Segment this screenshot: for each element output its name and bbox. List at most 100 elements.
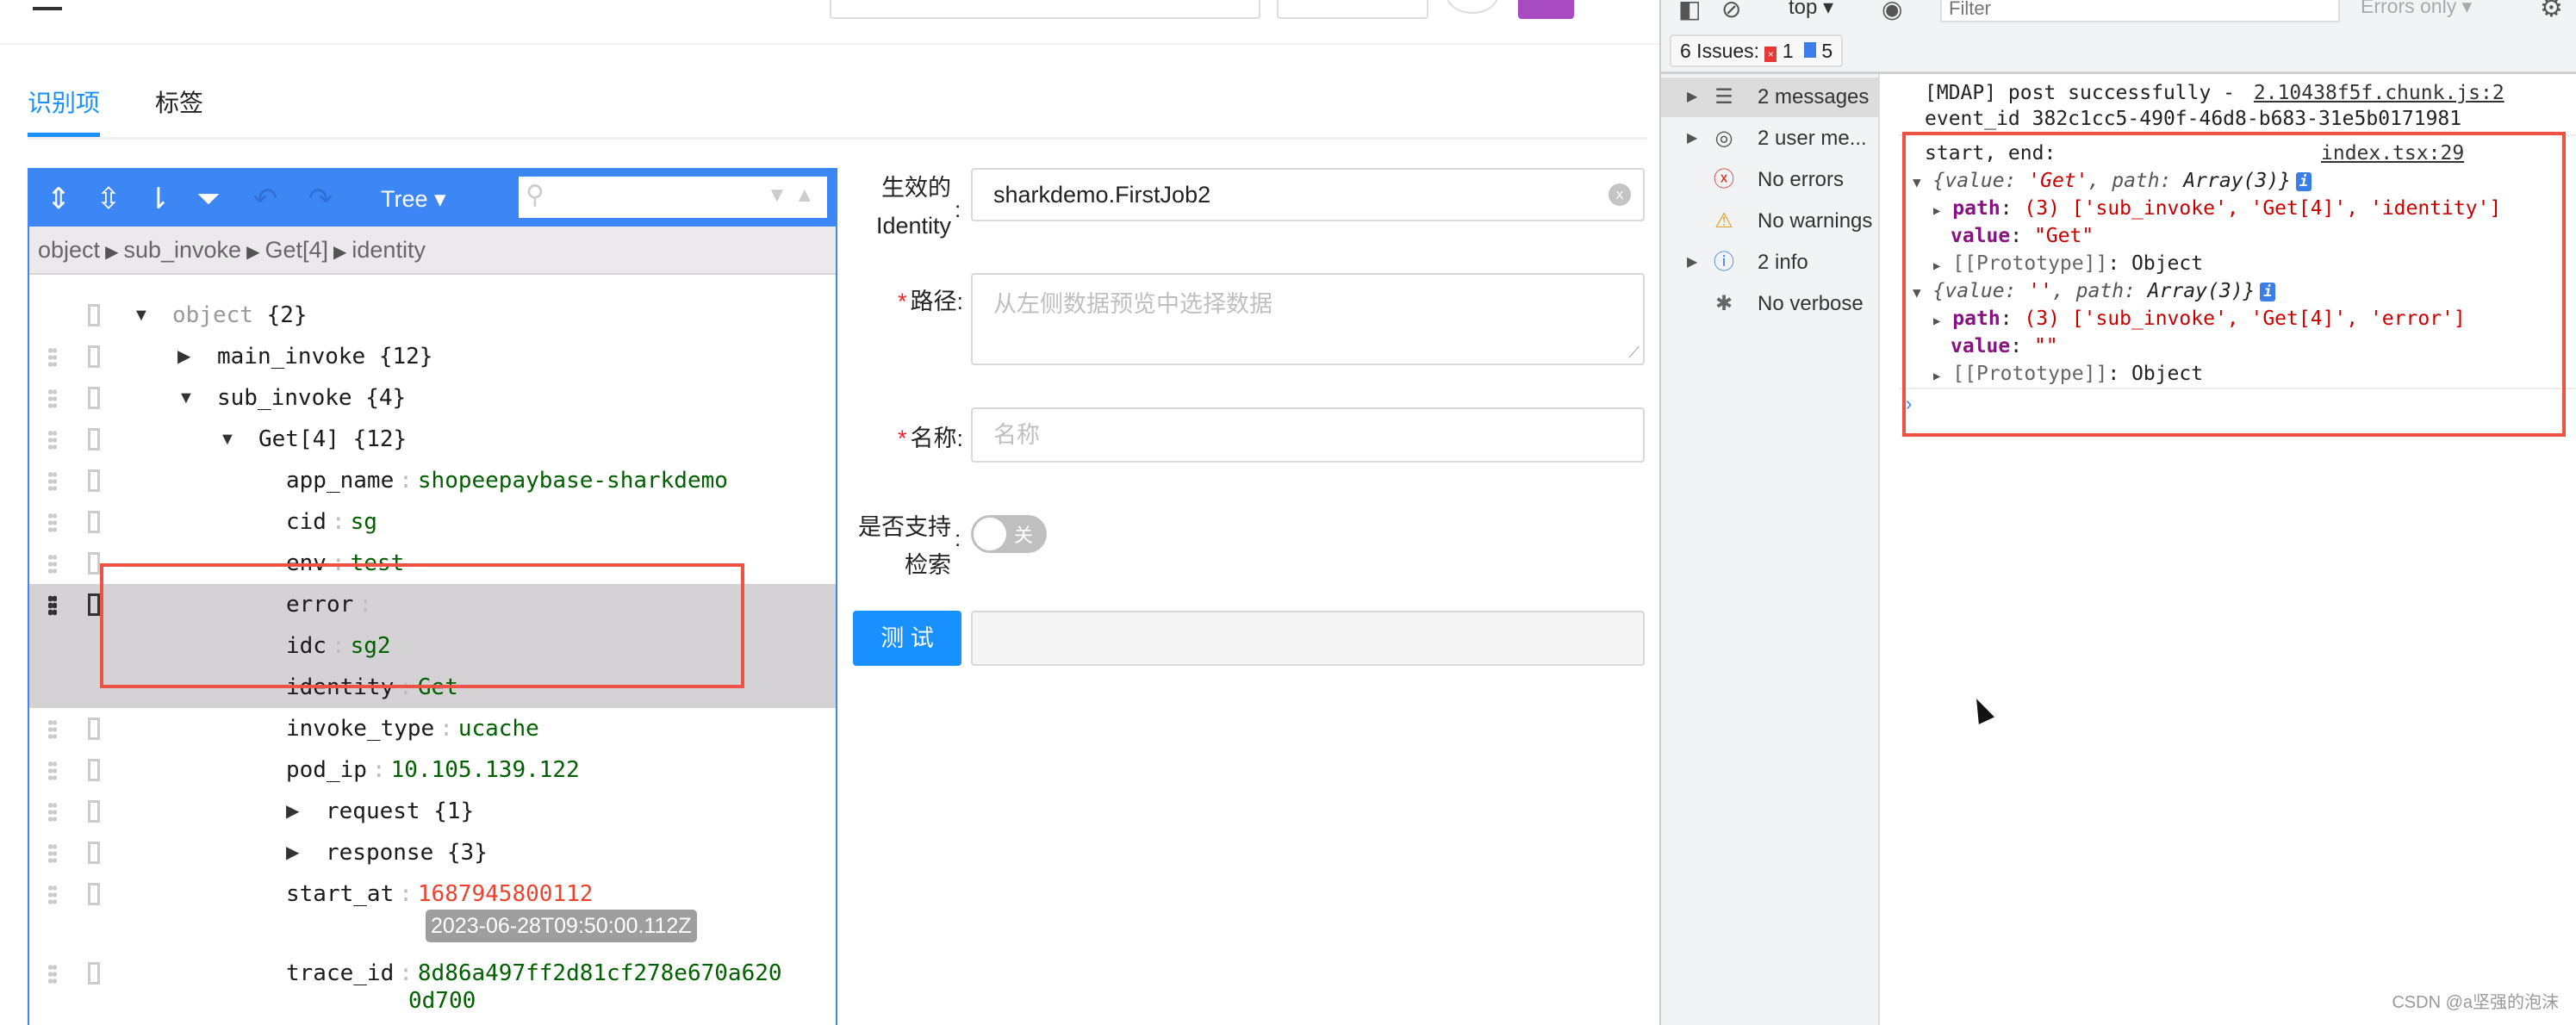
sidebar-item-2-user-me-[interactable]: ▶ ◎ 2 user me...	[1661, 119, 1880, 158]
drag-handle-icon[interactable]	[48, 885, 57, 905]
expand-toggle-icon[interactable]: ▶	[286, 832, 299, 873]
expand-toggle-icon[interactable]: ▶	[286, 791, 299, 832]
tree-row[interactable]: ▼ Get[4] {12}	[29, 419, 836, 460]
tab-bar: 识别项 标签	[28, 79, 1647, 140]
sidebar-item-label: 2 info	[1758, 251, 1808, 274]
tree-value[interactable]: shopeepaybase-sharkdemo	[418, 468, 728, 494]
drag-handle-icon[interactable]	[48, 843, 57, 864]
context-menu-icon[interactable]	[88, 345, 100, 368]
log-level-dropdown[interactable]: Errors only ▾	[2361, 0, 2472, 18]
tree-row[interactable]: ▼ sub_invoke {4}	[29, 377, 836, 419]
tree-key: invoke_type: ucache	[286, 708, 539, 749]
expand-toggle-icon[interactable]: ▼	[219, 419, 236, 460]
console-filter-input[interactable]	[1940, 0, 2340, 22]
drag-handle-icon[interactable]	[48, 761, 57, 781]
sidebar-item-no-errors[interactable]: ⓧ No errors	[1661, 160, 1880, 200]
path-textarea[interactable]: 从左侧数据预览中选择数据 ⟋	[971, 273, 1645, 365]
clear-console-icon[interactable]: ⊘	[1721, 0, 1741, 23]
context-menu-icon[interactable]	[88, 511, 100, 533]
expand-toggle-icon[interactable]: ▼	[177, 377, 195, 419]
drag-handle-icon[interactable]	[48, 719, 57, 740]
identity-input[interactable]: sharkdemo.FirstJob2 x	[971, 168, 1645, 221]
tree-value[interactable]: ucache	[458, 716, 539, 742]
expand-toggle-icon[interactable]: ▼	[133, 295, 150, 336]
context-menu-icon[interactable]	[88, 962, 100, 985]
child-count: {3}	[446, 840, 488, 866]
tree-value[interactable]: 10.105.139.122	[391, 757, 580, 783]
searchable-toggle[interactable]: 关	[971, 515, 1047, 553]
caret-right-icon[interactable]: ▶	[1687, 119, 1697, 158]
console-message-event-id: event_id 382c1cc5-490f-46d8-b683-31e5b01…	[1925, 108, 2462, 130]
context-menu-icon[interactable]	[88, 593, 100, 616]
tree-row[interactable]: ▶ request {1}	[29, 791, 836, 832]
context-menu-icon[interactable]	[88, 469, 100, 492]
tree-value[interactable]: 1687945800112	[418, 881, 594, 907]
expand-toggle-icon[interactable]: ▶	[177, 336, 190, 377]
tree-row[interactable]: start_at:1687945800112	[29, 873, 836, 915]
context-menu-icon[interactable]	[88, 800, 100, 823]
drag-handle-icon[interactable]	[48, 388, 57, 409]
context-menu-icon[interactable]	[88, 387, 100, 409]
tree-row[interactable]: app_name: shopeepaybase-sharkdemo	[29, 460, 836, 501]
context-menu-icon[interactable]	[88, 759, 100, 781]
user-badge[interactable]	[1518, 0, 1574, 19]
tree-key: sub_invoke {4}	[217, 377, 406, 419]
context-menu-icon[interactable]	[88, 552, 100, 575]
context-menu-icon[interactable]	[88, 718, 100, 740]
avatar[interactable]	[1446, 0, 1499, 14]
drag-handle-icon[interactable]	[48, 512, 57, 533]
tree-key: request {1}	[326, 791, 474, 832]
test-button[interactable]: 测 试	[853, 611, 961, 666]
drag-handle-icon[interactable]	[48, 802, 57, 823]
issues-button[interactable]: 6 Issues: × 1 5	[1670, 34, 1844, 67]
header-select[interactable]	[830, 0, 1260, 19]
sidebar-toggle-icon[interactable]: ◧	[1678, 0, 1701, 23]
caret-right-icon[interactable]: ▶	[1687, 78, 1697, 117]
app-panel: 识别项 标签 ⇕ ⇳ ⇂ ⏷ ↶ ↷ Tree ▾ ⚲ ▼ ▲ object ▶ s…	[0, 0, 1659, 1025]
key-text: trace_id	[286, 960, 395, 986]
tree-row[interactable]: cid: sg	[29, 501, 836, 543]
context-label: top	[1789, 0, 1818, 19]
context-menu-icon[interactable]	[88, 883, 100, 905]
expand-toggle-icon[interactable]: ▶	[219, 1022, 232, 1025]
eye-icon[interactable]: ◉	[1882, 0, 1902, 23]
context-selector[interactable]: top ▾	[1789, 0, 1833, 20]
mdap-text: [MDAP] post successfully -	[1925, 82, 2236, 104]
drag-handle-icon[interactable]	[48, 471, 57, 492]
settings-gear-icon[interactable]: ⚙	[2540, 0, 2563, 23]
clear-icon[interactable]: x	[1608, 183, 1631, 206]
name-input[interactable]: 名称	[971, 407, 1645, 463]
drag-handle-icon[interactable]	[48, 430, 57, 450]
context-menu-icon[interactable]	[88, 842, 100, 864]
tab-identify-items[interactable]: 识别项	[28, 84, 100, 119]
searchable-label-line2: 检索	[905, 552, 951, 578]
sidebar-item-label: No warnings	[1758, 209, 1873, 233]
context-menu-icon[interactable]	[88, 428, 100, 450]
key-text: cid	[286, 509, 327, 535]
tree-row[interactable]: ▶ response {3}	[29, 832, 836, 873]
child-count: {2}	[266, 302, 308, 328]
tab-tags[interactable]: 标签	[155, 84, 203, 119]
tree-row[interactable]: ▶ Set[3] {12}	[29, 1022, 836, 1025]
caret-right-icon[interactable]: ▶	[1687, 243, 1697, 283]
sidebar-item-2-info[interactable]: ▶ ⓘ 2 info	[1661, 243, 1880, 283]
separator: :	[399, 468, 413, 494]
drag-handle-icon[interactable]	[48, 554, 57, 575]
drag-handle-icon[interactable]	[48, 347, 57, 368]
tree-value[interactable]: sg	[351, 509, 377, 535]
context-menu-icon[interactable]	[88, 304, 100, 326]
menu-icon[interactable]	[33, 0, 62, 10]
sidebar-item-no-verbose[interactable]: ✱ No verbose	[1661, 284, 1880, 324]
header-button[interactable]	[1277, 0, 1428, 19]
sidebar-item-2-messages[interactable]: ▶ ☰ 2 messages	[1661, 78, 1880, 117]
mdap-source-link[interactable]: 2.10438f5f.chunk.js:2	[2254, 82, 2504, 104]
tree-row[interactable]: ▶ main_invoke {12}	[29, 336, 836, 377]
tree-row[interactable]: ▼ object {2}	[29, 295, 836, 336]
resize-handle-icon[interactable]: ⟋	[1628, 344, 1640, 362]
sidebar-item-no-warnings[interactable]: ⚠ No warnings	[1661, 202, 1880, 241]
console-messages: [MDAP] post successfully - 2.10438f5f.ch…	[1882, 74, 2576, 1025]
drag-handle-icon[interactable]	[48, 964, 57, 985]
drag-handle-icon[interactable]	[48, 595, 57, 616]
tree-row[interactable]: pod_ip:10.105.139.122	[29, 749, 836, 791]
tree-row[interactable]: invoke_type: ucache	[29, 708, 836, 749]
